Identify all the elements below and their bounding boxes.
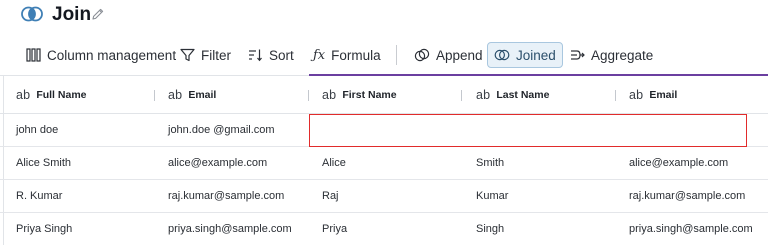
column-management-label: Column management xyxy=(47,47,177,63)
cell-first-name[interactable]: Priya xyxy=(322,213,347,245)
joined-icon xyxy=(494,49,510,61)
column-header-full-name[interactable]: ab Full Name xyxy=(16,76,87,114)
column-header-first-name[interactable]: ab First Name xyxy=(322,76,397,114)
columns-icon xyxy=(26,48,41,62)
cell-email[interactable]: raj.kumar@sample.com xyxy=(168,180,284,212)
cell-email[interactable]: alice@example.com xyxy=(168,147,267,179)
column-header-label: Email xyxy=(188,89,217,101)
column-header-label: Full Name xyxy=(36,89,87,101)
aggregate-label: Aggregate xyxy=(591,47,654,63)
unmatched-row-highlight xyxy=(309,114,747,147)
table-row[interactable]: R. Kumar raj.kumar@sample.com Raj Kumar … xyxy=(0,180,768,213)
cell-full-name[interactable]: Alice Smith xyxy=(16,147,71,179)
aggregate-icon xyxy=(571,50,585,60)
cell-full-name[interactable]: Priya Singh xyxy=(16,213,72,245)
text-type-icon: ab xyxy=(168,88,183,102)
filter-button[interactable]: Filter xyxy=(174,42,237,68)
table-row[interactable]: Priya Singh priya.singh@sample.com Priya… xyxy=(0,213,768,245)
cell-last-name[interactable]: Smith xyxy=(476,147,504,179)
formula-label: Formula xyxy=(331,47,381,63)
header-row: ab Full Name ab Email ab First Name ab L… xyxy=(0,76,768,114)
sort-button[interactable]: Sort xyxy=(242,42,300,68)
column-divider[interactable] xyxy=(461,90,462,101)
aggregate-button[interactable]: Aggregate xyxy=(564,42,659,68)
filter-label: Filter xyxy=(201,47,231,63)
filter-icon xyxy=(180,48,195,62)
cell-last-name[interactable]: Singh xyxy=(476,213,504,245)
text-type-icon: ab xyxy=(16,88,31,102)
venn-circles-icon xyxy=(21,6,43,22)
column-header-label: Email xyxy=(649,89,678,101)
column-header-label: Last Name xyxy=(496,89,550,101)
append-icon xyxy=(414,48,430,62)
text-type-icon: ab xyxy=(322,88,337,102)
table-row[interactable]: Alice Smith alice@example.com Alice Smit… xyxy=(0,147,768,180)
append-label: Append xyxy=(436,47,483,63)
formula-icon: ƒx xyxy=(313,47,326,63)
column-divider[interactable] xyxy=(154,90,155,101)
cell-joined-email[interactable]: priya.singh@sample.com xyxy=(629,213,753,245)
column-header-last-name[interactable]: ab Last Name xyxy=(476,76,549,114)
page-title: Join xyxy=(52,4,92,25)
sort-label: Sort xyxy=(269,47,294,63)
cell-joined-email[interactable]: raj.kumar@sample.com xyxy=(629,180,745,212)
text-type-icon: ab xyxy=(629,88,644,102)
toolbar-divider xyxy=(396,45,397,65)
toolbar: Column management Filter Sort ƒx Formula… xyxy=(0,40,768,70)
joined-label: Joined xyxy=(516,47,556,63)
column-header-email-joined[interactable]: ab Email xyxy=(629,76,677,114)
column-management-button[interactable]: Column management xyxy=(20,42,182,68)
formula-button[interactable]: ƒx Formula xyxy=(307,42,387,68)
joined-button[interactable]: Joined xyxy=(487,42,563,68)
column-divider[interactable] xyxy=(308,90,309,101)
cell-full-name[interactable]: R. Kumar xyxy=(16,180,62,212)
cell-first-name[interactable]: Alice xyxy=(322,147,346,179)
cell-email[interactable]: john.doe @gmail.com xyxy=(168,114,275,146)
pencil-icon[interactable] xyxy=(91,7,105,21)
data-grid: ab Full Name ab Email ab First Name ab L… xyxy=(0,74,768,245)
cell-first-name[interactable]: Raj xyxy=(322,180,339,212)
column-header-label: First Name xyxy=(342,89,397,101)
column-header-email[interactable]: ab Email xyxy=(168,76,216,114)
page-header: Join xyxy=(0,0,768,32)
cell-joined-email[interactable]: alice@example.com xyxy=(629,147,728,179)
sort-icon xyxy=(249,49,262,62)
cell-last-name[interactable]: Kumar xyxy=(476,180,508,212)
column-divider[interactable] xyxy=(615,90,616,101)
cell-full-name[interactable]: john doe xyxy=(16,114,58,146)
append-button[interactable]: Append xyxy=(408,42,489,68)
cell-email[interactable]: priya.singh@sample.com xyxy=(168,213,292,245)
text-type-icon: ab xyxy=(476,88,491,102)
